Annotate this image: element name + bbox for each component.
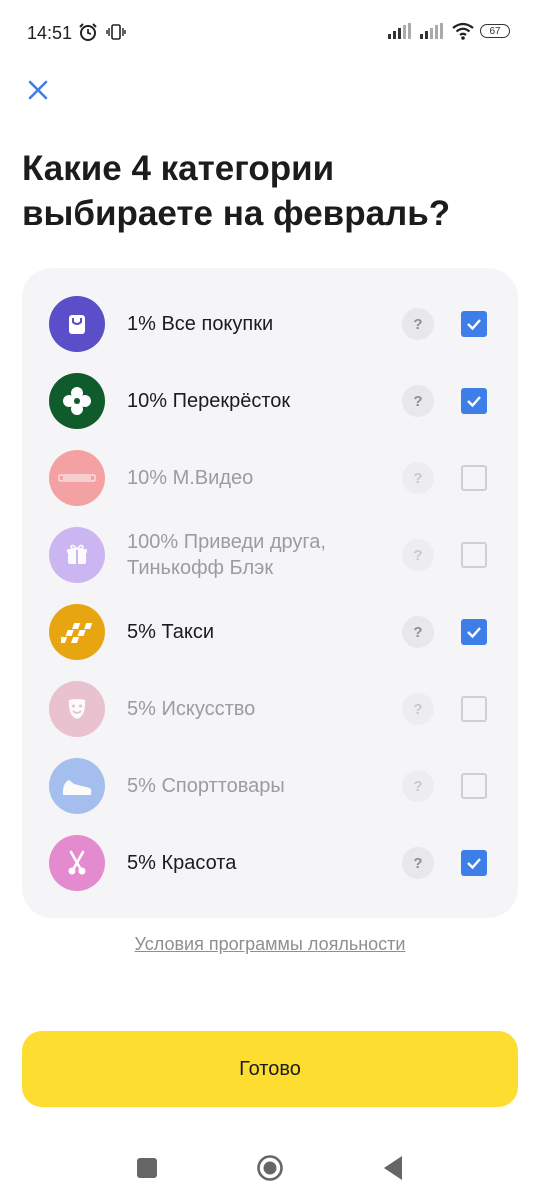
help-button[interactable]: ?: [402, 616, 434, 648]
category-checkbox: [461, 696, 487, 722]
wifi-icon: [452, 22, 474, 40]
help-button[interactable]: ?: [402, 308, 434, 340]
category-row-taxi[interactable]: 5% Такси ?: [22, 602, 518, 662]
help-button: ?: [402, 539, 434, 571]
signal-icon: [420, 23, 443, 39]
category-label: 10% Перекрёсток: [127, 390, 291, 412]
scissors-icon: [49, 835, 105, 891]
home-icon[interactable]: [256, 1154, 284, 1182]
help-button: ?: [402, 770, 434, 802]
checkmark-icon: [467, 319, 481, 331]
signal-icon: [388, 23, 411, 39]
checkmark-icon: [467, 858, 481, 870]
category-checkbox[interactable]: [461, 388, 487, 414]
page-title: Какие 4 категории выбираете на февраль?: [22, 149, 451, 233]
help-button[interactable]: ?: [402, 385, 434, 417]
vibration-icon: [106, 24, 127, 40]
category-row-mvideo: 10% М.Видео ?: [22, 448, 518, 508]
done-button[interactable]: Готово: [22, 1031, 518, 1107]
category-checkbox[interactable]: [461, 850, 487, 876]
help-button: ?: [402, 462, 434, 494]
category-row-beauty[interactable]: 5% Красота ?: [22, 833, 518, 893]
category-row-all-purchases[interactable]: 1% Все покупки ?: [22, 294, 518, 354]
close-icon: [28, 80, 48, 100]
category-label: 5% Такси: [127, 621, 215, 643]
help-button[interactable]: ?: [402, 847, 434, 879]
category-row-perekrestok[interactable]: 10% Перекрёсток ?: [22, 371, 518, 431]
category-list: 1% Все покупки ? 10% Перекрёсток ? 10% М…: [22, 268, 518, 918]
category-label: 5% Спорттовары: [127, 775, 285, 797]
taxi-icon: [49, 604, 105, 660]
category-row-sport: 5% Спорттовары ?: [22, 756, 518, 816]
status-icons-left: [78, 22, 127, 42]
category-checkbox: [461, 542, 487, 568]
category-checkbox[interactable]: [461, 311, 487, 337]
category-checkbox: [461, 465, 487, 491]
category-row-art: 5% Искусство ?: [22, 679, 518, 739]
status-icons-right: 67: [388, 22, 510, 40]
status-time: 14:51: [27, 23, 73, 43]
gift-icon: [49, 527, 105, 583]
category-label: 1% Все покупки: [127, 313, 274, 335]
system-nav-bar: [0, 1140, 540, 1200]
status-bar: 14:51 67: [0, 0, 540, 66]
battery-icon: 67: [480, 24, 510, 38]
category-label: 10% М.Видео: [127, 467, 254, 489]
checkmark-icon: [467, 396, 481, 408]
category-label: 100% Приведи друга, Тинькофф Блэк: [127, 531, 326, 579]
checkmark-icon: [467, 627, 481, 639]
category-checkbox: [461, 773, 487, 799]
sneaker-icon: [49, 758, 105, 814]
help-button: ?: [402, 693, 434, 725]
category-checkbox[interactable]: [461, 619, 487, 645]
loyalty-terms-link[interactable]: Условия программы лояльности: [0, 934, 540, 955]
back-icon[interactable]: [382, 1154, 404, 1182]
recents-icon[interactable]: [137, 1158, 157, 1178]
category-label: 5% Красота: [127, 852, 237, 874]
category-row-invite-friend: 100% Приведи друга, Тинькофф Блэк ?: [22, 525, 518, 585]
perekrestok-logo-icon: [49, 373, 105, 429]
alarm-icon: [79, 23, 97, 41]
close-button[interactable]: [22, 74, 54, 106]
category-label: 5% Искусство: [127, 698, 256, 720]
shopping-bag-icon: [49, 296, 105, 352]
theater-mask-icon: [49, 681, 105, 737]
mvideo-logo-icon: [49, 450, 105, 506]
